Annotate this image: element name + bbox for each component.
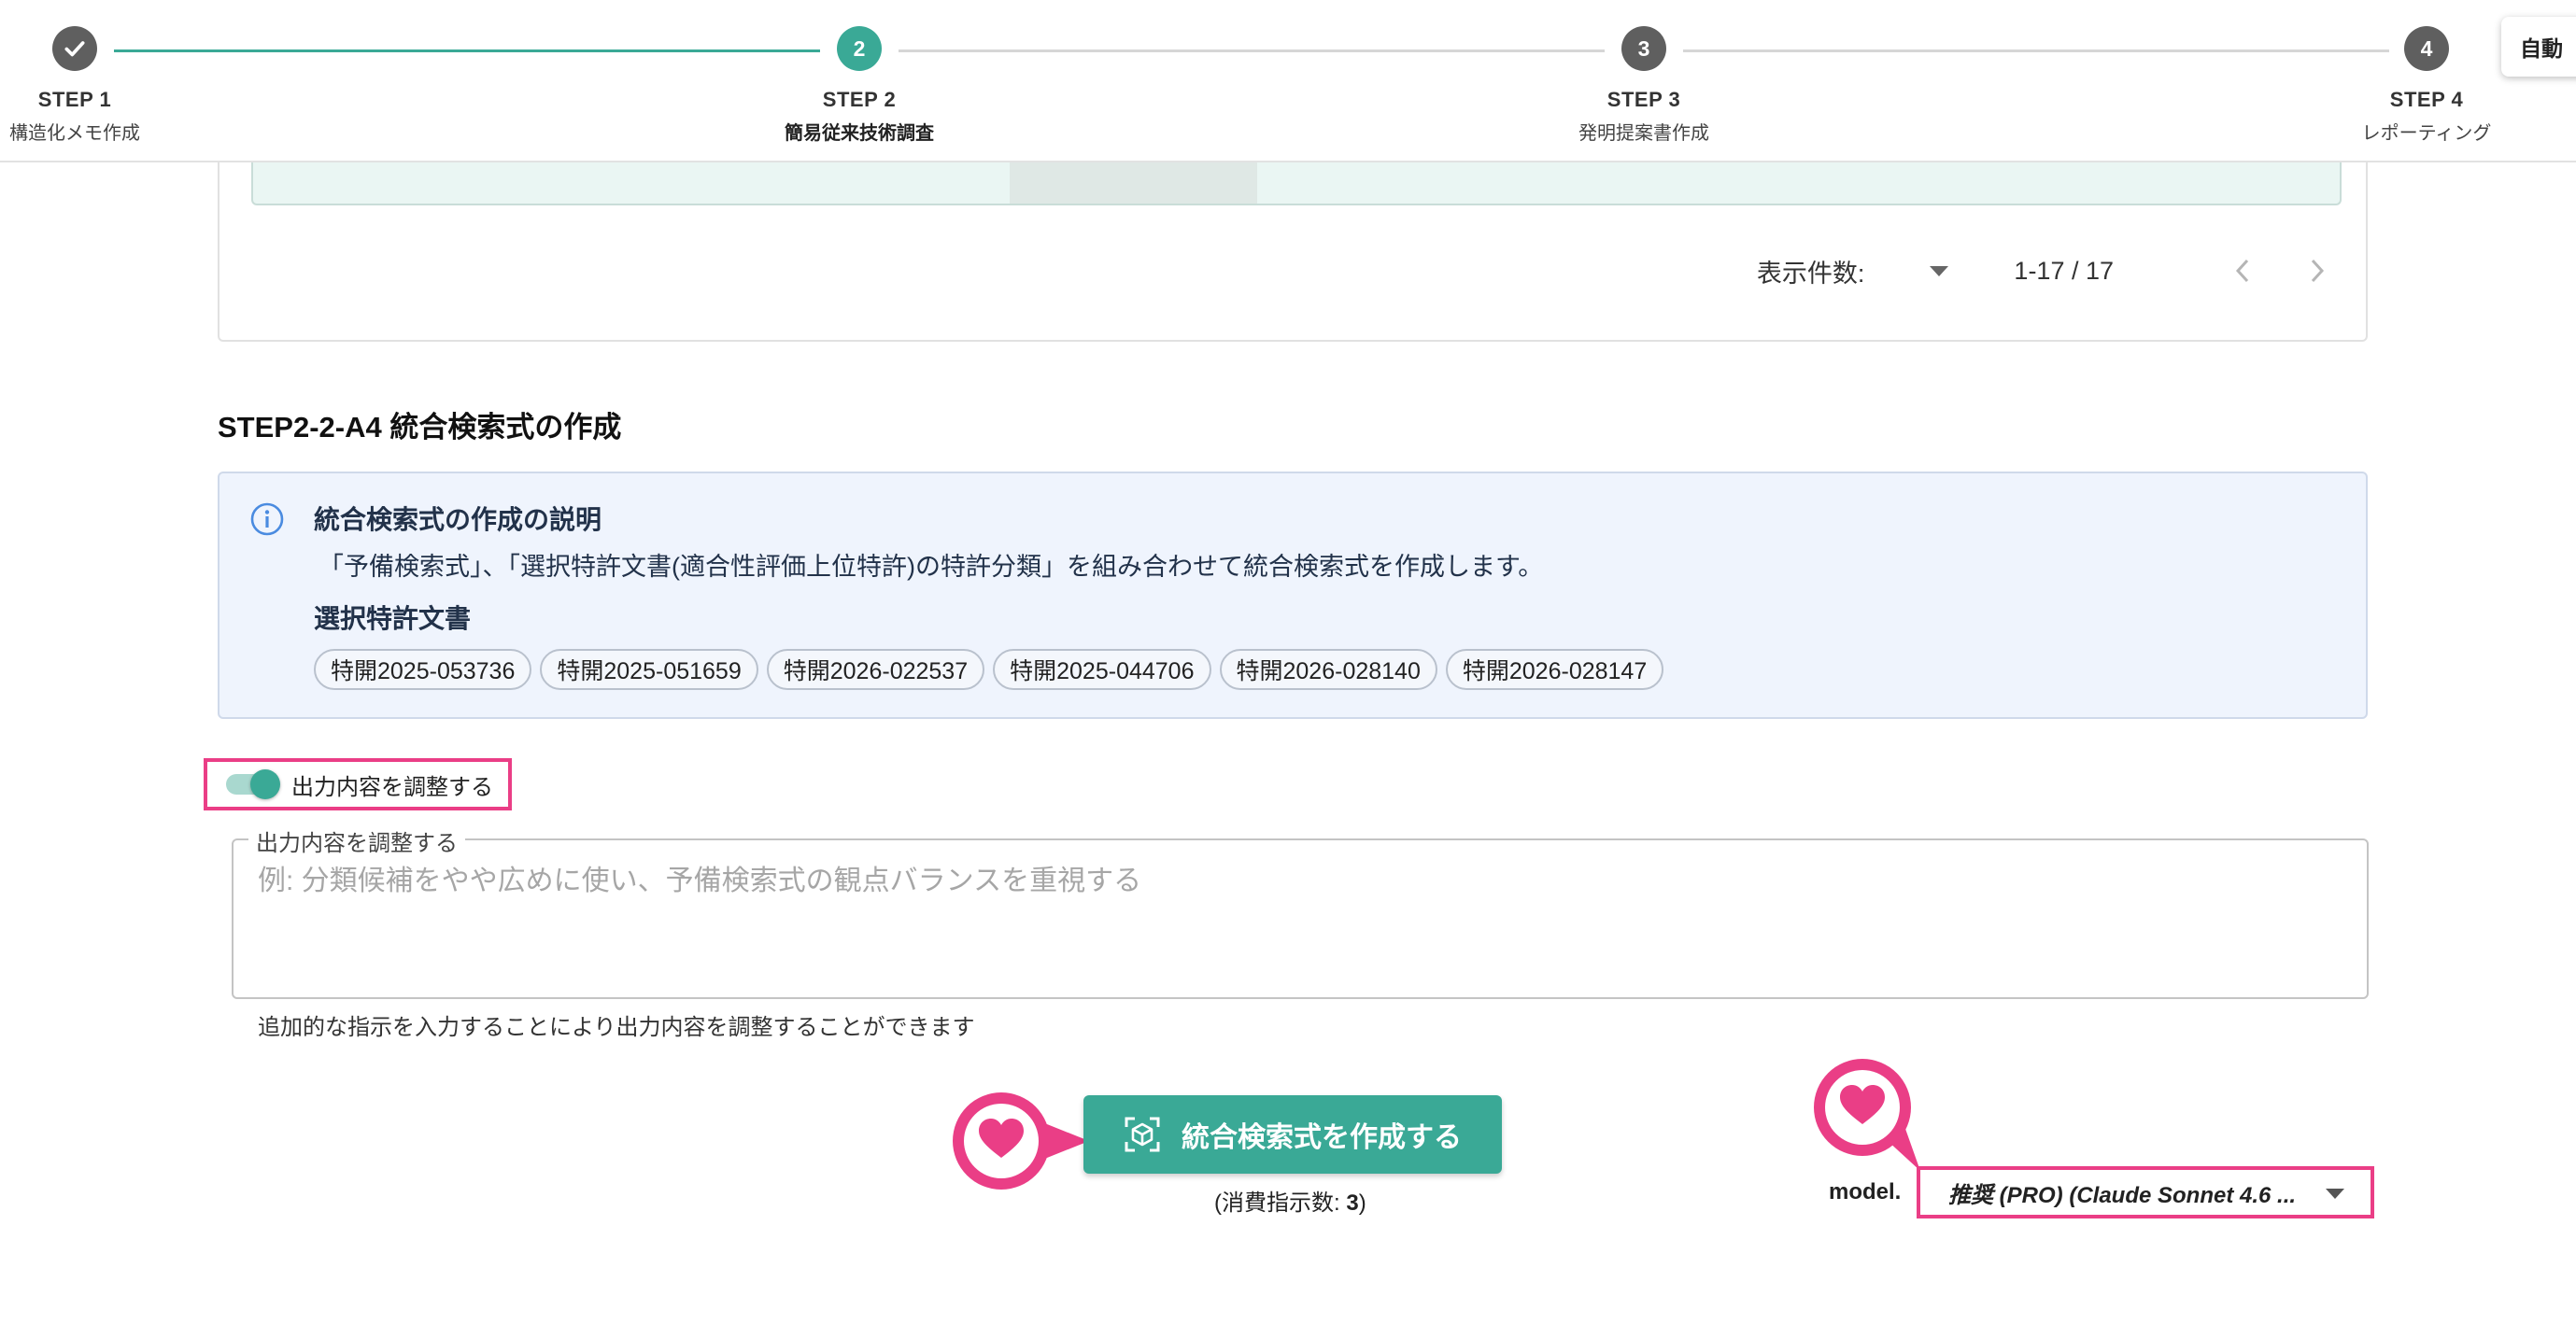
model-select[interactable]: 推奨 (PRO) (Claude Sonnet 4.6 ... [1917, 1166, 2374, 1218]
field-helper-text: 追加的な指示を入力することにより出力内容を調整することができます [258, 1015, 975, 1040]
toggle-switch[interactable] [226, 769, 280, 799]
chevron-left-icon [2235, 259, 2249, 283]
selected-docs-chips: 特開2025-053736 特開2025-051659 特開2026-02253… [314, 649, 1672, 690]
create-query-button[interactable]: 統合検索式を作成する [1083, 1095, 1502, 1174]
step-1-title: STEP 1 [37, 88, 112, 111]
step-3-circle: 3 [1621, 26, 1666, 71]
step-2-circle: 2 [837, 26, 882, 71]
selected-docs-title: 選択特許文書 [314, 604, 472, 633]
pagination-range: 1-17 / 17 [2014, 256, 2114, 285]
pagination: 表示件数: 1-17 / 17 [1757, 252, 2328, 289]
consume-suffix: ) [1358, 1190, 1366, 1216]
step-3[interactable]: 3 STEP 3 発明提案書作成 [1504, 26, 1784, 145]
chevron-right-icon [2311, 259, 2325, 283]
step-4-circle: 4 [2404, 26, 2449, 71]
step-3-subtitle: 発明提案書作成 [1578, 123, 1709, 144]
step-1-circle [52, 26, 97, 71]
adjust-output-toggle[interactable]: 出力内容を調整する [204, 758, 512, 810]
adjust-output-textarea[interactable]: 例: 分類候補をやや広めに使い、予備検索式の観点バランスを重視する [258, 857, 1141, 898]
info-description: 「予備検索式」、「選択特許文書(適合性評価上位特許)の特許分類」を組み合わせて統… [318, 553, 1544, 581]
rows-per-page-dropdown[interactable] [1930, 265, 1949, 276]
consume-count: 3 [1346, 1190, 1359, 1216]
doc-chip: 特開2026-028147 [1445, 649, 1664, 690]
step-2-subtitle: 簡易従来技術調査 [785, 123, 934, 144]
step-2-title: STEP 2 [822, 88, 897, 111]
toggle-label: 出力内容を調整する [291, 774, 493, 800]
model-selected-value: 推奨 (PRO) (Claude Sonnet 4.6 ... [1948, 1182, 2297, 1208]
info-title: 統合検索式の作成の説明 [314, 505, 602, 534]
heart-icon [953, 1092, 1089, 1190]
step-3-title: STEP 3 [1606, 88, 1681, 111]
step-1-subtitle: 構造化メモ作成 [9, 123, 140, 144]
heart-icon [1814, 1059, 1920, 1171]
doc-chip: 特開2026-028140 [1219, 649, 1437, 690]
next-page-button[interactable] [2306, 252, 2328, 289]
info-icon [250, 502, 284, 536]
info-box: 統合検索式の作成の説明 「予備検索式」、「選択特許文書(適合性評価上位特許)の特… [218, 472, 2368, 719]
step-4-subtitle: レポーティング [2361, 123, 2492, 144]
stepper: STEP 1 構造化メモ作成 2 STEP 2 簡易従来技術調査 3 STEP … [0, 0, 2576, 162]
consume-prefix: (消費指示数: [1214, 1190, 1347, 1216]
step-connector-2 [899, 49, 1605, 52]
rows-per-page-label: 表示件数: [1756, 259, 1865, 288]
toggle-knob [250, 769, 280, 799]
caret-down-icon [2326, 1189, 2344, 1199]
consume-count-text: (消費指示数: 3) [1214, 1184, 1366, 1217]
step-connector-1 [114, 49, 820, 52]
step-4-title: STEP 4 [2389, 88, 2464, 111]
section-title: STEP2-2-A4 統合検索式の作成 [218, 411, 622, 444]
doc-chip: 特開2025-051659 [540, 649, 758, 690]
step-1[interactable]: STEP 1 構造化メモ作成 [0, 26, 215, 145]
prev-page-button[interactable] [2231, 252, 2254, 289]
adjust-output-field[interactable]: 出力内容を調整する 例: 分類候補をやや広めに使い、予備検索式の観点バランスを重… [232, 824, 2369, 999]
cube-scan-icon [1124, 1116, 1161, 1153]
model-label: model. [1829, 1179, 1902, 1204]
step-2[interactable]: 2 STEP 2 簡易従来技術調査 [719, 26, 999, 145]
doc-chip: 特開2026-022537 [766, 649, 985, 690]
check-icon [64, 41, 85, 57]
create-query-label: 統合検索式を作成する [1182, 1122, 1462, 1153]
field-legend: 出力内容を調整する [248, 824, 465, 857]
auto-run-button[interactable]: 自動 [2501, 17, 2576, 77]
doc-chip: 特開2025-053736 [314, 649, 532, 690]
doc-chip: 特開2025-044706 [993, 649, 1211, 690]
step-connector-3 [1683, 49, 2389, 52]
